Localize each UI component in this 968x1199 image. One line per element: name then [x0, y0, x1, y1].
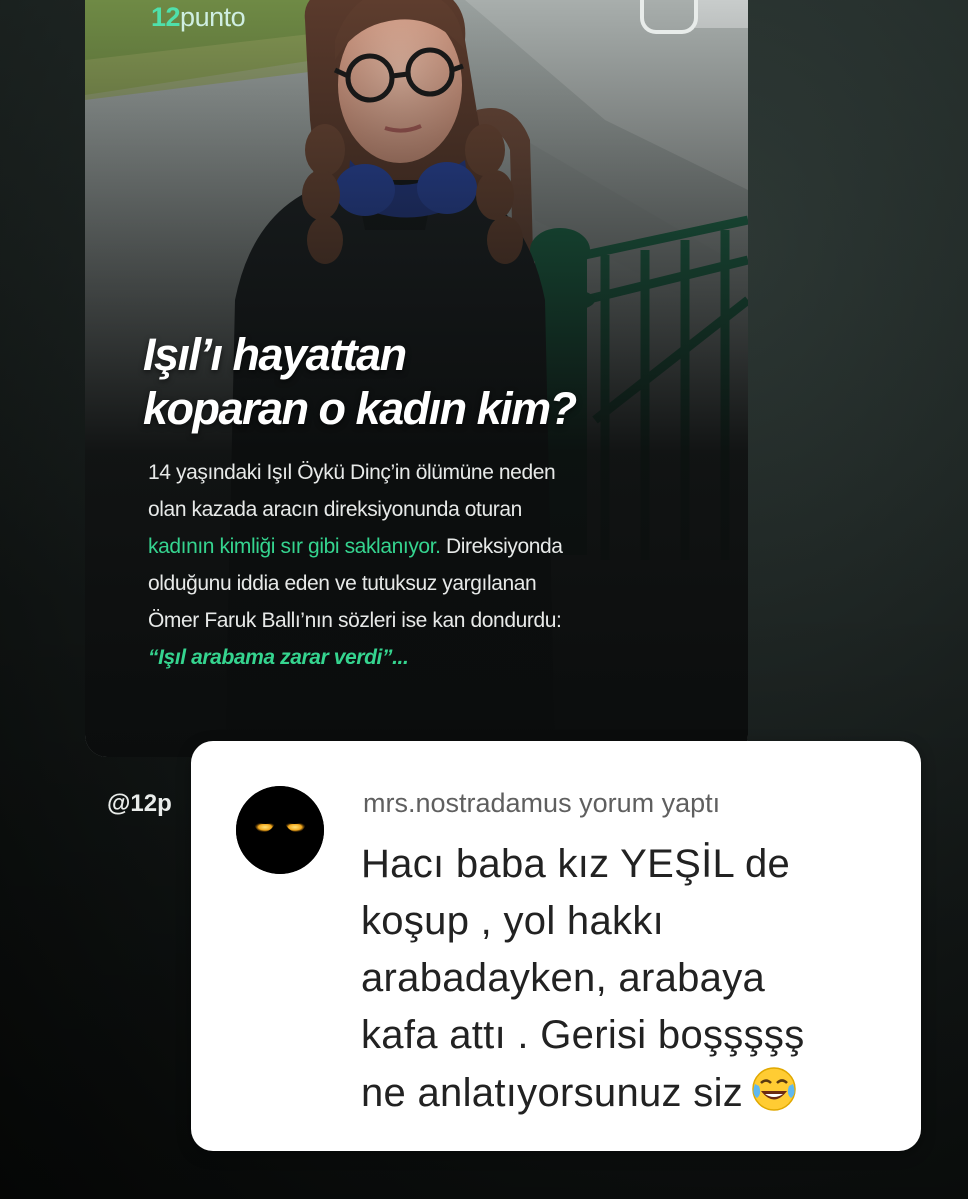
logo-number: 12: [151, 2, 181, 32]
avatar[interactable]: [236, 786, 324, 874]
summary-quote: “Işıl arabama zarar verdi”...: [148, 646, 409, 669]
comment-bubble[interactable]: mrs.nostradamus yorum yaptı Hacı baba kı…: [191, 741, 921, 1151]
comment-line: arabadayken, arabaya: [361, 956, 766, 1000]
comment-line-text: ne anlatıyorsunuz siz: [361, 1071, 744, 1115]
comment-text: Hacı baba kız YEŞİL de koşup , yol hakkı…: [361, 836, 901, 1122]
summary-line: olduğunu iddia eden ve tutuksuz yargılan…: [148, 572, 537, 595]
summary-text: Direksiyonda: [440, 535, 563, 558]
headline-line: Işıl’ı hayattan: [143, 329, 407, 380]
face-with-tears-of-joy-icon: [752, 1067, 796, 1111]
post-headline: Işıl’ı hayattan koparan o kadın kim?: [143, 328, 723, 436]
brand-logo: 12punto: [151, 2, 246, 33]
summary-line: kadının kimliği sır gibi saklanıyor. Dir…: [148, 528, 728, 565]
glowing-eyes-icon: [236, 786, 324, 874]
news-post-card[interactable]: 12punto Işıl’ı hayattan koparan o kadın …: [85, 0, 748, 757]
summary-line: olan kazada aracın direksiyonunda oturan: [148, 498, 522, 521]
comment-line: Hacı baba kız YEŞİL de: [361, 842, 791, 886]
headline-line: koparan o kadın kim?: [143, 383, 577, 434]
summary-highlight: kadının kimliği sır gibi saklanıyor.: [148, 535, 441, 558]
summary-line: 14 yaşındaki Işıl Öykü Dinç’in ölümüne n…: [148, 461, 556, 484]
summary-line: Ömer Faruk Ballı’nın sözleri ise kan don…: [148, 609, 562, 632]
comment-line: ne anlatıyorsunuz siz: [361, 1064, 901, 1122]
account-handle[interactable]: @12p: [107, 790, 172, 818]
post-summary: 14 yaşındaki Işıl Öykü Dinç’in ölümüne n…: [148, 454, 728, 676]
comment-line: kafa attı . Gerisi boşşşşş: [361, 1013, 805, 1057]
logo-wordmark: punto: [180, 2, 246, 32]
comment-line: koşup , yol hakkı: [361, 899, 665, 943]
comment-author-line: mrs.nostradamus yorum yaptı: [363, 788, 721, 818]
save-icon[interactable]: [640, 0, 698, 34]
